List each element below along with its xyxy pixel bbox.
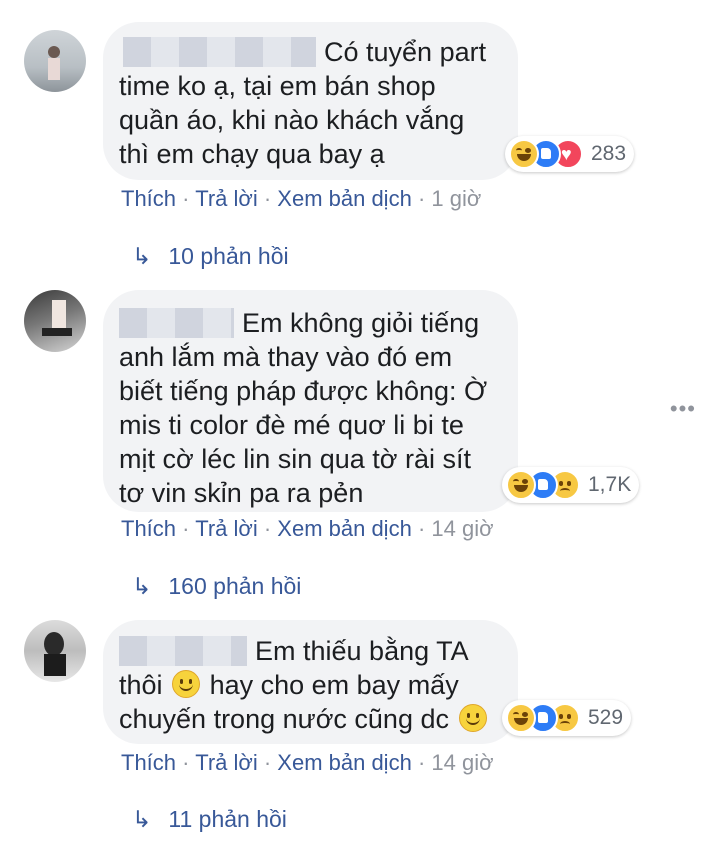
comment-text-line: biết tiếng pháp được không: Ờ (119, 376, 488, 406)
comment-bubble: Em thiếu bằng TA thôi hay cho em bay mấy… (103, 620, 518, 744)
reply-arrow-icon: ↳ (132, 243, 152, 269)
reply-link[interactable]: Trả lời (195, 516, 258, 541)
separator: · (263, 750, 272, 775)
comment-text-line: Có tuyển part (324, 37, 487, 67)
comment-text-line: hay cho em bay mấy (209, 670, 459, 700)
comment-text-line: thôi (119, 670, 163, 700)
separator: · (417, 750, 426, 775)
separator: · (182, 516, 190, 541)
reactions-summary[interactable]: 283 (505, 136, 635, 172)
comment-actions: Thích · Trả lời · Xem bản dịch · 14 giờ (121, 750, 494, 776)
haha-reaction-icon (506, 703, 536, 733)
haha-reaction-icon (506, 470, 536, 500)
separator: · (263, 186, 272, 211)
comment-text-line: Em thiếu bằng TA (255, 636, 469, 666)
comment-text-line: chuyến trong nước cũng dc (119, 704, 449, 734)
timestamp[interactable]: 14 giờ (431, 750, 493, 775)
avatar[interactable] (24, 620, 86, 682)
reactions-summary[interactable]: 1,7K (502, 467, 640, 503)
avatar[interactable] (24, 290, 86, 352)
like-link[interactable]: Thích (121, 186, 176, 211)
comment-text-line: anh lắm mà thay vào đó em (119, 342, 453, 372)
commenter-name-redacted[interactable] (119, 308, 234, 338)
comment-text-line: time ko ạ, tại em bán shop (119, 71, 436, 101)
comment-text-line: thì em chạy qua bay ạ (119, 139, 385, 169)
reply-link[interactable]: Trả lời (195, 186, 258, 211)
comment-actions: Thích · Trả lời · Xem bản dịch · 1 giờ (121, 186, 481, 212)
comment-text-line: Em không giỏi tiếng (242, 308, 480, 338)
comment-bubble: Em không giỏi tiếng anh lắm mà thay vào … (103, 290, 518, 512)
comment-text-line: mịt cờ léc lin sin qua tờ rài sít (119, 444, 472, 474)
translate-link[interactable]: Xem bản dịch (277, 750, 412, 775)
reactions-summary[interactable]: 529 (502, 700, 632, 736)
like-link[interactable]: Thích (121, 516, 176, 541)
commenter-name-redacted[interactable] (119, 636, 247, 666)
separator: · (263, 516, 272, 541)
timestamp[interactable]: 14 giờ (431, 516, 493, 541)
reply-link[interactable]: Trả lời (195, 750, 258, 775)
smile-emoji-icon (458, 704, 487, 732)
separator: · (182, 750, 190, 775)
translate-link[interactable]: Xem bản dịch (277, 186, 412, 211)
timestamp[interactable]: 1 giờ (431, 186, 481, 211)
commenter-name-redacted[interactable] (123, 37, 316, 67)
haha-reaction-icon (509, 139, 539, 169)
avatar[interactable] (24, 30, 86, 92)
smile-emoji-icon (172, 670, 201, 698)
comment-bubble: Có tuyển part time ko ạ, tại em bán shop… (103, 22, 518, 180)
comment-text-line: tơ vin skỉn pa ra pẻn (119, 478, 364, 508)
comment-text-line: mis ti color đè mé quơ li bi te (119, 410, 464, 440)
comment-text-line: quần áo, khi nào khách vắng (119, 105, 465, 135)
like-link[interactable]: Thích (121, 750, 176, 775)
view-replies-link[interactable]: ↳ 11 phản hồi (132, 806, 287, 833)
view-replies-link[interactable]: ↳ 160 phản hồi (132, 573, 301, 600)
reply-arrow-icon: ↳ (132, 573, 152, 599)
reaction-count: 283 (591, 142, 627, 165)
replies-count-label: 11 phản hồi (168, 806, 287, 832)
separator: · (417, 186, 426, 211)
replies-count-label: 160 phản hồi (168, 573, 302, 599)
translate-link[interactable]: Xem bản dịch (277, 516, 412, 541)
replies-count-label: 10 phản hồi (168, 243, 289, 269)
view-replies-link[interactable]: ↳ 10 phản hồi (132, 243, 289, 270)
reply-arrow-icon: ↳ (132, 806, 152, 832)
more-options-icon[interactable]: ••• (670, 396, 696, 422)
separator: · (182, 186, 190, 211)
comment-actions: Thích · Trả lời · Xem bản dịch · 14 giờ (121, 516, 494, 542)
separator: · (417, 516, 426, 541)
reaction-count: 529 (588, 706, 624, 729)
reaction-count: 1,7K (588, 473, 632, 496)
